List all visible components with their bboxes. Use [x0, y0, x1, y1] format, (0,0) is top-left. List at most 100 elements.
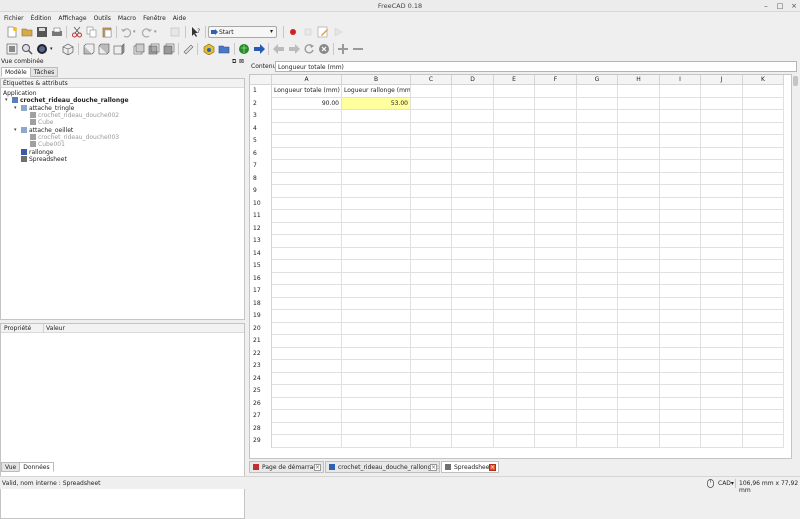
row-header[interactable]: 1	[250, 85, 272, 98]
tree-item[interactable]: Cube001	[30, 141, 65, 148]
cell-g21[interactable]	[577, 335, 618, 348]
tree-item[interactable]: attache_tringle	[21, 105, 74, 112]
cell-i8[interactable]	[660, 172, 701, 185]
row-header[interactable]: 14	[250, 247, 272, 260]
cell-c20[interactable]	[411, 322, 452, 335]
cell-h8[interactable]	[618, 172, 660, 185]
close-tab-icon[interactable]: ×	[430, 464, 437, 471]
cell-b16[interactable]	[342, 272, 411, 285]
cell-g29[interactable]	[577, 435, 618, 448]
tree-item[interactable]: rallonge	[21, 149, 53, 156]
row-header[interactable]: 18	[250, 297, 272, 310]
cell-c3[interactable]	[411, 110, 452, 123]
cell-k18[interactable]	[743, 297, 784, 310]
cell-b5[interactable]	[342, 135, 411, 148]
cell-c8[interactable]	[411, 172, 452, 185]
column-header[interactable]: D	[452, 75, 494, 85]
cell-d1[interactable]	[452, 85, 494, 98]
cell-i2[interactable]	[660, 97, 701, 110]
zoom-out-icon[interactable]	[352, 43, 364, 55]
cell-i29[interactable]	[660, 435, 701, 448]
cell-a25[interactable]	[272, 385, 342, 398]
cell-d3[interactable]	[452, 110, 494, 123]
cell-g5[interactable]	[577, 135, 618, 148]
cell-f1[interactable]	[535, 85, 577, 98]
cell-f24[interactable]	[535, 372, 577, 385]
cell-d10[interactable]	[452, 197, 494, 210]
nav-back-icon[interactable]	[273, 43, 285, 55]
cell-g9[interactable]	[577, 185, 618, 198]
cell-e3[interactable]	[494, 110, 535, 123]
cell-g2[interactable]	[577, 97, 618, 110]
cell-i27[interactable]	[660, 410, 701, 423]
cell-c26[interactable]	[411, 397, 452, 410]
cell-f27[interactable]	[535, 410, 577, 423]
row-header[interactable]: 17	[250, 285, 272, 298]
cell-j10[interactable]	[701, 197, 743, 210]
cell-k27[interactable]	[743, 410, 784, 423]
cell-j24[interactable]	[701, 372, 743, 385]
cell-a27[interactable]	[272, 410, 342, 423]
column-header[interactable]: G	[577, 75, 618, 85]
cell-a21[interactable]	[272, 335, 342, 348]
row-header[interactable]: 29	[250, 435, 272, 448]
tab-modele[interactable]: Modèle	[1, 67, 31, 77]
cell-i26[interactable]	[660, 397, 701, 410]
cell-i10[interactable]	[660, 197, 701, 210]
tree-item[interactable]: Cube	[30, 119, 54, 126]
row-header[interactable]: 5	[250, 135, 272, 148]
cell-k7[interactable]	[743, 160, 784, 173]
cell-e21[interactable]	[494, 335, 535, 348]
cell-g15[interactable]	[577, 260, 618, 273]
open-icon[interactable]	[21, 26, 33, 38]
cell-b10[interactable]	[342, 197, 411, 210]
cell-g28[interactable]	[577, 422, 618, 435]
cell-i5[interactable]	[660, 135, 701, 148]
cell-i18[interactable]	[660, 297, 701, 310]
menu-fenetre[interactable]: Fenêtre	[139, 13, 169, 22]
cell-b14[interactable]	[342, 247, 411, 260]
cell-h7[interactable]	[618, 160, 660, 173]
cell-h19[interactable]	[618, 310, 660, 323]
cell-h4[interactable]	[618, 122, 660, 135]
cell-e6[interactable]	[494, 147, 535, 160]
row-header[interactable]: 25	[250, 385, 272, 398]
cell-a29[interactable]	[272, 435, 342, 448]
row-header[interactable]: 27	[250, 410, 272, 423]
row-header[interactable]: 28	[250, 422, 272, 435]
cell-k23[interactable]	[743, 360, 784, 373]
cell-k15[interactable]	[743, 260, 784, 273]
workbench-selector[interactable]: Start ▾	[208, 26, 277, 38]
cell-e17[interactable]	[494, 285, 535, 298]
cell-h23[interactable]	[618, 360, 660, 373]
cell-c14[interactable]	[411, 247, 452, 260]
row-header[interactable]: 3	[250, 110, 272, 123]
cell-f2[interactable]	[535, 97, 577, 110]
cell-a26[interactable]	[272, 397, 342, 410]
cell-f15[interactable]	[535, 260, 577, 273]
close-panel-icon[interactable]: ⊠	[239, 58, 244, 65]
row-header[interactable]: 21	[250, 335, 272, 348]
row-header[interactable]: 9	[250, 185, 272, 198]
cell-f19[interactable]	[535, 310, 577, 323]
cell-g24[interactable]	[577, 372, 618, 385]
cell-c1[interactable]	[411, 85, 452, 98]
tree-item[interactable]: Spreadsheet	[21, 156, 67, 163]
corner-header[interactable]	[250, 75, 272, 85]
cell-a5[interactable]	[272, 135, 342, 148]
cell-e24[interactable]	[494, 372, 535, 385]
cell-f6[interactable]	[535, 147, 577, 160]
cell-h14[interactable]	[618, 247, 660, 260]
cell-a14[interactable]	[272, 247, 342, 260]
cell-k17[interactable]	[743, 285, 784, 298]
cell-a13[interactable]	[272, 235, 342, 248]
cell-g6[interactable]	[577, 147, 618, 160]
navigation-style[interactable]: CAD▾	[718, 480, 734, 487]
cell-b23[interactable]	[342, 360, 411, 373]
doc-tab[interactable]: Spreadsheet ×	[441, 461, 499, 473]
cell-j9[interactable]	[701, 185, 743, 198]
tree-item[interactable]: crochet_rideau_douche002	[30, 112, 119, 119]
cell-b18[interactable]	[342, 297, 411, 310]
cell-j7[interactable]	[701, 160, 743, 173]
nav-forward-icon[interactable]	[288, 43, 300, 55]
